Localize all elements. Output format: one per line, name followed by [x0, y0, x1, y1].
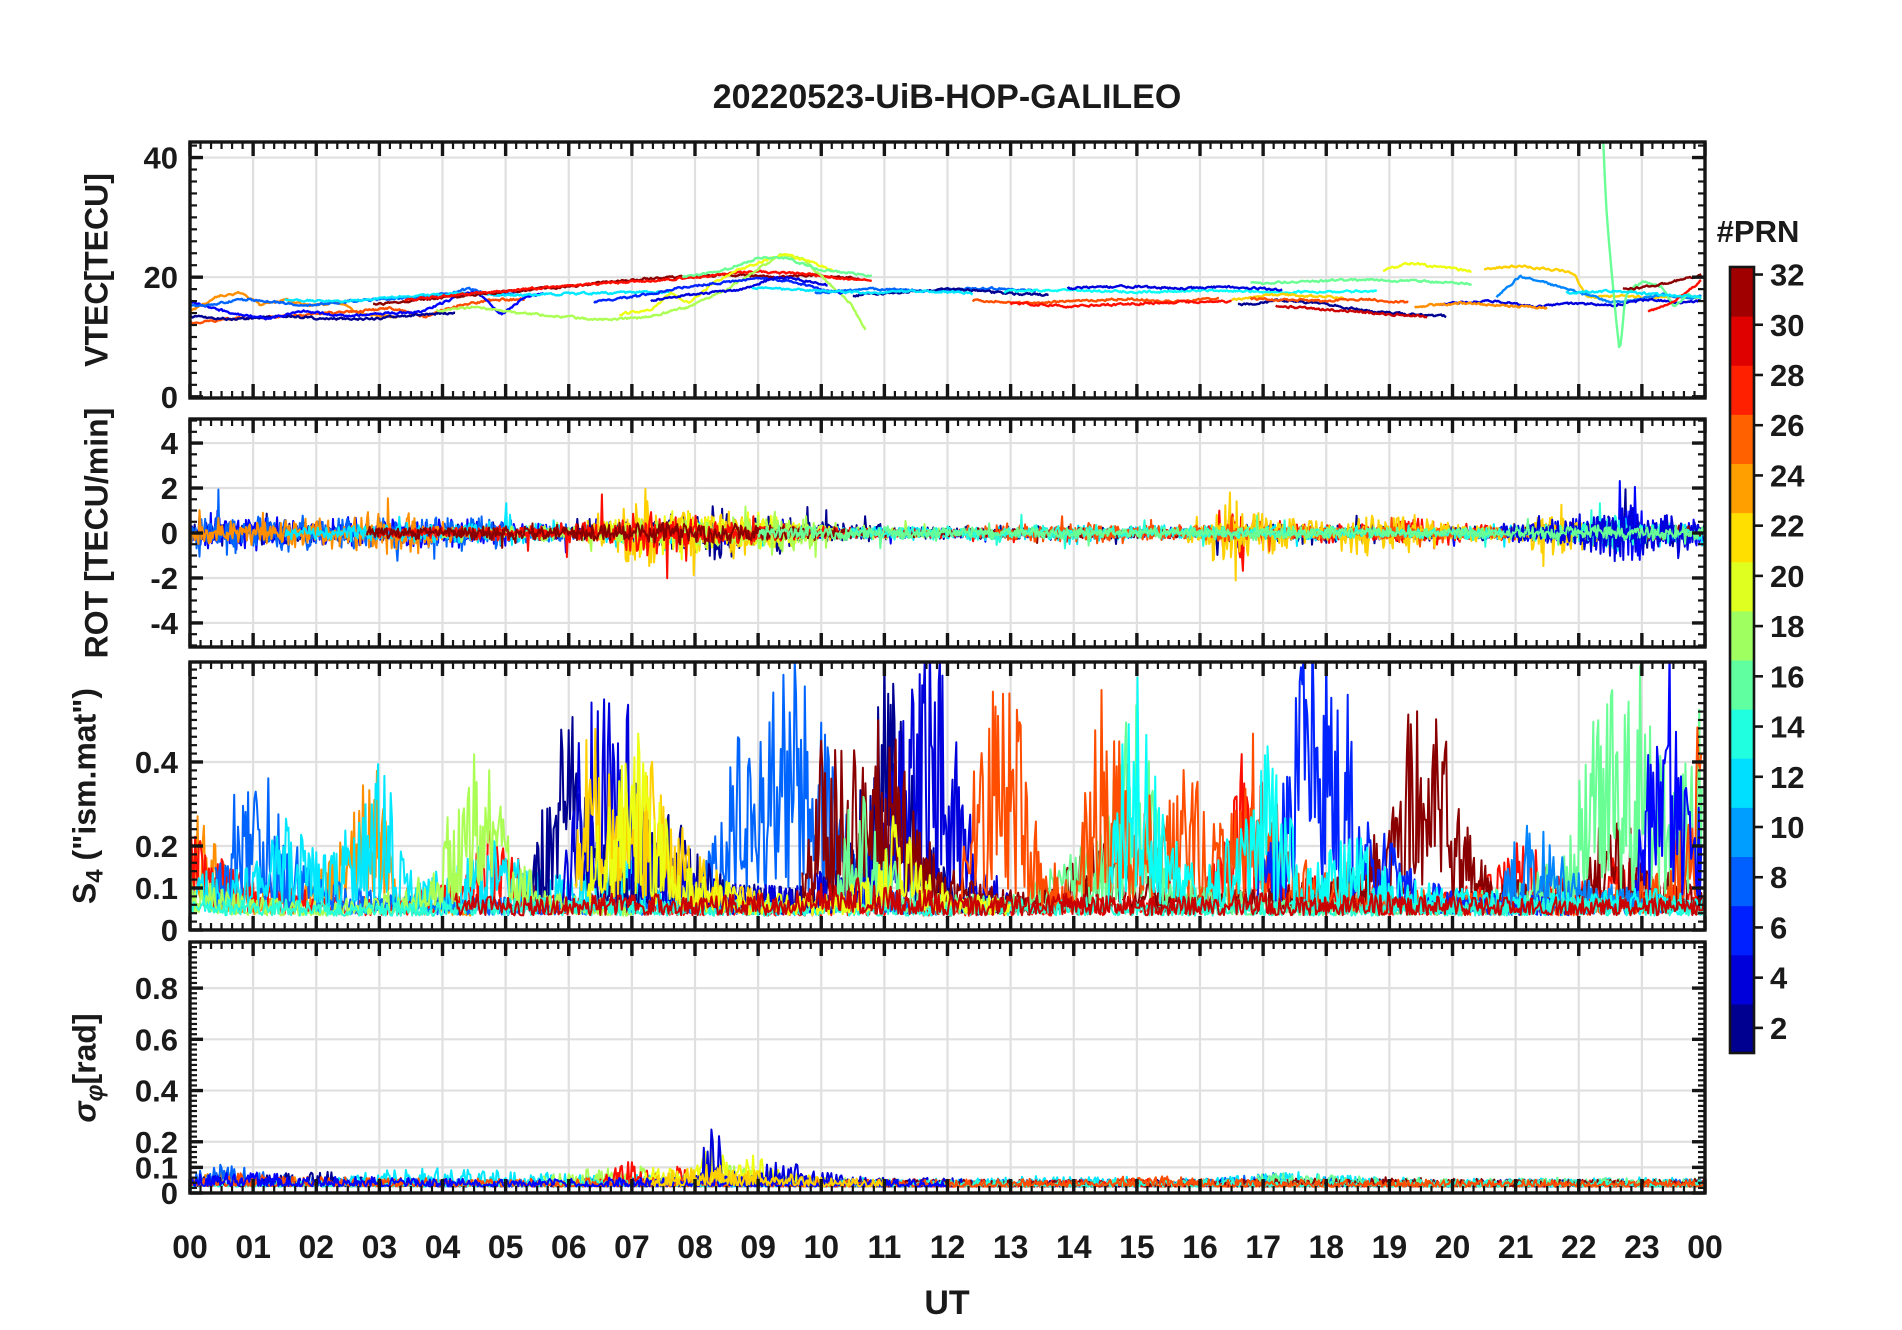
colorbar-tick-label: 26 [1770, 408, 1804, 443]
colorbar-cell [1730, 905, 1754, 956]
xtick-label-14-14: 14 [1056, 1229, 1092, 1265]
s4-ytick-label: 0.1 [135, 871, 178, 906]
colorbar-tick-label: 8 [1770, 860, 1787, 895]
colorbar-cell [1730, 512, 1754, 563]
colorbar-cell [1730, 610, 1754, 661]
colorbar-cell [1730, 807, 1754, 857]
colorbar-tick-label: 18 [1770, 609, 1804, 644]
colorbar-tick-label: 22 [1770, 509, 1804, 544]
colorbar: 2468101214161820222426283032 [1728, 258, 1805, 1055]
xtick-label-06-6: 06 [551, 1229, 587, 1265]
xtick-label-03-3: 03 [362, 1229, 398, 1265]
colorbar-cell [1730, 316, 1754, 366]
colorbar-tick-label: 28 [1770, 358, 1804, 393]
vtec-ytick-label: 40 [144, 141, 178, 176]
xtick-label-10-10: 10 [803, 1229, 839, 1265]
xtick-label-09-9: 09 [740, 1229, 776, 1265]
colorbar-tick-label: 24 [1770, 458, 1805, 493]
colorbar-tick-label: 4 [1770, 961, 1788, 996]
colorbar-cell [1730, 1003, 1754, 1054]
xtick-label-07-7: 07 [614, 1229, 650, 1265]
colorbar-cell [1730, 365, 1754, 415]
colorbar-cell [1730, 660, 1754, 710]
figure: 20220523-UiB-HOP-GALILEO VTEC[TECU] ROT … [0, 0, 1902, 1330]
colorbar-tick-label: 10 [1770, 810, 1804, 845]
xtick-label-18-18: 18 [1308, 1229, 1344, 1265]
sigma_phi-ytick-label: 0.8 [135, 971, 178, 1006]
s4-ytick-label: 0 [161, 913, 178, 948]
panel-s4: 0 0.1 0.2 0.4 [135, 660, 1707, 948]
s4-ytick-label: 0.4 [135, 745, 179, 780]
panel-sigma_phi: 00.10.20.40.60.8 [135, 940, 1707, 1211]
xtick-label-04-4: 04 [425, 1229, 461, 1265]
sigma_phi-ytick-label: 0.4 [135, 1074, 179, 1109]
colorbar-cell [1730, 954, 1754, 1005]
sigma_phi-ytick-label: 0.2 [135, 1125, 178, 1160]
xtick-label-15-15: 15 [1119, 1229, 1155, 1265]
colorbar-cell [1730, 463, 1754, 514]
xtick-label-01-1: 01 [235, 1229, 271, 1265]
s4-ytick-label: 0.2 [135, 829, 178, 864]
rot-ytick-label: -4 [150, 606, 178, 641]
rot-ytick-label: -2 [150, 561, 178, 596]
panel-rot: -4 -2 0 2 4 [150, 417, 1707, 649]
colorbar-tick-label: 16 [1770, 659, 1804, 694]
xtick-label-05-5: 05 [488, 1229, 524, 1265]
xtick-label-11-11: 11 [867, 1229, 901, 1265]
colorbar-cell [1730, 709, 1754, 759]
colorbar-cell [1730, 267, 1754, 317]
rot-ytick-label: 4 [161, 426, 179, 461]
xtick-label-12-12: 12 [930, 1229, 966, 1265]
xtick-label-00-24: 00 [1687, 1229, 1723, 1265]
vtec-ytick-label: 20 [144, 260, 178, 295]
colorbar-tick-label: 20 [1770, 559, 1804, 594]
xtick-label-22-22: 22 [1561, 1229, 1597, 1265]
xtick-label-20-20: 20 [1435, 1229, 1471, 1265]
xtick-label-00-0: 00 [172, 1229, 208, 1265]
colorbar-tick-label: 30 [1770, 308, 1804, 343]
colorbar-tick-label: 14 [1770, 710, 1805, 745]
xtick-label-23-23: 23 [1624, 1229, 1660, 1265]
rot-ytick-label: 0 [161, 516, 178, 551]
xtick-label-19-19: 19 [1372, 1229, 1408, 1265]
sigma_phi-ytick-label: 0.6 [135, 1022, 178, 1057]
vtec-ytick-label: 0 [161, 380, 178, 415]
colorbar-tick-label: 32 [1770, 258, 1804, 293]
colorbar-cell [1730, 561, 1754, 612]
xtick-label-16-16: 16 [1182, 1229, 1218, 1265]
xtick-label-08-8: 08 [677, 1229, 713, 1265]
colorbar-cell [1730, 856, 1754, 907]
colorbar-cell [1730, 414, 1754, 464]
panel-vtec: 0 20 40 [144, 140, 1707, 415]
colorbar-tick-label: 12 [1770, 760, 1804, 795]
xtick-label-17-17: 17 [1245, 1229, 1281, 1265]
colorbar-cell [1730, 758, 1754, 808]
xtick-label-13-13: 13 [993, 1229, 1029, 1265]
xtick-label-21-21: 21 [1498, 1229, 1534, 1265]
xtick-label-02-2: 02 [298, 1229, 334, 1265]
colorbar-tick-label: 2 [1770, 1011, 1787, 1046]
rot-ytick-label: 2 [161, 471, 178, 506]
chart-canvas: 02040-4-202400.10.20.400.10.20.40.60.800… [135, 140, 1805, 1265]
colorbar-tick-label: 6 [1770, 910, 1787, 945]
